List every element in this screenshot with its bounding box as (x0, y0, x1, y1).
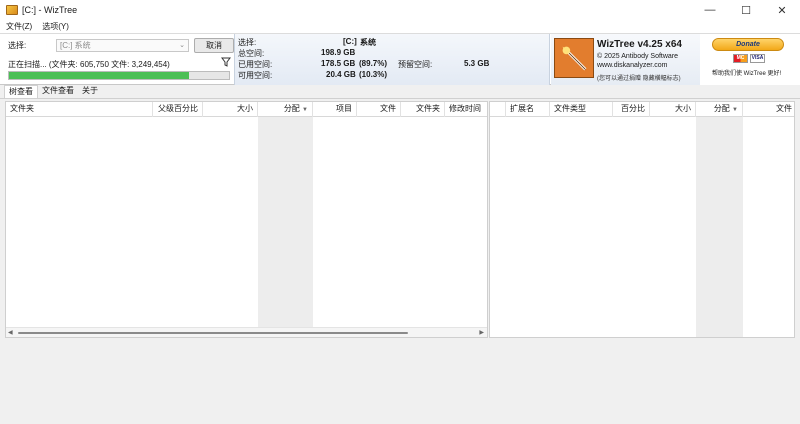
view-tabs: 树查看 文件查看 关于 (0, 85, 800, 99)
mastercard-icon: MC (733, 54, 748, 63)
stats-drive-name: 系统 (360, 38, 376, 47)
menu-bar: 文件(Z) 选项(Y) (0, 20, 800, 33)
col-type-allocated-label: 分配 (713, 104, 730, 113)
filter-icon[interactable] (221, 57, 231, 67)
col-type-allocated[interactable]: 分配 ▼ (696, 102, 743, 117)
col-size[interactable]: 大小 (203, 102, 258, 117)
top-panel: 选择: [C:] 系统 ⌄ 取消 正在扫描... (文件夹: 605,750 文… (0, 33, 800, 85)
scan-box: 选择: [C:] 系统 ⌄ 取消 正在扫描... (文件夹: 605,750 文… (4, 36, 234, 84)
wiztree-app-icon (6, 5, 18, 15)
drive-select-value: [C:] 系统 (60, 41, 91, 50)
scroll-right-icon[interactable]: ▶ (479, 329, 484, 336)
file-type-header: 扩展名 文件类型 百分比 大小 分配 ▼ 文件 (490, 102, 794, 117)
file-type-pane[interactable]: 扩展名 文件类型 百分比 大小 分配 ▼ 文件 (489, 101, 795, 338)
col-folder[interactable]: 文件夹 (6, 102, 153, 117)
col-extension[interactable]: 扩展名 (506, 102, 550, 117)
horizontal-scrollbar[interactable]: ◀ ▶ (6, 327, 487, 337)
col-allocated-label: 分配 (283, 104, 300, 113)
payment-cards: MC VISA (733, 54, 765, 63)
col-file-type[interactable]: 文件类型 (550, 102, 613, 117)
free-space-percent: (10.3%) (359, 70, 388, 79)
col-files[interactable]: 文件 (357, 102, 401, 117)
reserved-space-value: 5.3 GB (464, 59, 490, 68)
col-percent[interactable]: 百分比 (613, 102, 650, 117)
donate-note: 帮助我们使 WizTree 更好! (712, 71, 782, 77)
donate-box: Donate MC VISA 帮助我们使 WizTree 更好! (700, 34, 800, 85)
drive-stats: 选择: [C:] 系统 总空间: 198.9 GB 已用空间: 178.5 GB… (234, 34, 550, 85)
used-space-label: 已用空间: (238, 60, 273, 69)
tab-about[interactable]: 关于 (78, 85, 102, 98)
app-info: WizTree v4.25 x64 © 2025 Antibody Softwa… (551, 34, 700, 85)
scan-progress-bar (8, 71, 230, 80)
cancel-button[interactable]: 取消 (194, 38, 234, 53)
select-label: 选择: (8, 41, 27, 50)
chevron-down-icon: ⌄ (179, 42, 185, 49)
used-space-value: 178.5 GB (321, 59, 356, 68)
wiztree-wand-logo (554, 38, 594, 78)
sort-desc-icon: ▼ (732, 107, 738, 113)
stats-drive: [C:] (343, 37, 357, 46)
sort-desc-icon: ▼ (302, 107, 308, 113)
col-type-files[interactable]: 文件 (743, 102, 794, 117)
treemap-area[interactable] (0, 338, 800, 424)
col-color-swatch (490, 102, 506, 117)
free-space-label: 可用空间: (238, 71, 273, 80)
scroll-left-icon[interactable]: ◀ (8, 329, 13, 336)
window-title: [C:] - WizTree (22, 5, 78, 15)
title-bar: [C:] - WizTree — ☐ ✕ (0, 0, 800, 20)
visa-icon: VISA (750, 54, 765, 63)
col-allocated[interactable]: 分配 ▼ (258, 102, 313, 117)
donate-button[interactable]: Donate (712, 38, 784, 51)
col-type-size[interactable]: 大小 (650, 102, 696, 117)
col-modified[interactable]: 修改时间 (445, 102, 487, 117)
menu-options[interactable]: 选项(Y) (42, 21, 69, 32)
close-button[interactable]: ✕ (764, 0, 800, 20)
banner-note: (您可以通过捐赠 隐藏横幅标志) (597, 76, 681, 82)
menu-file[interactable]: 文件(Z) (6, 21, 32, 32)
total-space-value: 198.9 GB (321, 48, 356, 57)
free-space-value: 20.4 GB (326, 70, 356, 79)
col-items[interactable]: 项目 (313, 102, 357, 117)
scrollbar-thumb[interactable] (18, 332, 408, 334)
scan-progress-fill (9, 72, 190, 79)
scan-status: 正在扫描... (文件夹: 605,750 文件: 3,249,454) (8, 60, 170, 69)
reserved-space-label: 预留空间: (398, 60, 433, 69)
folder-tree-header: 文件夹 父级百分比 大小 分配 ▼ 项目 文件 文件夹 修改时间 (6, 102, 487, 117)
col-parent-percent[interactable]: 父级百分比 (153, 102, 203, 117)
stats-select-label: 选择: (238, 38, 257, 47)
type-allocated-column-shade (696, 117, 743, 337)
app-website-link[interactable]: www.diskanalyzer.com (597, 62, 667, 69)
drive-select[interactable]: [C:] 系统 ⌄ (56, 39, 189, 52)
total-space-label: 总空间: (238, 49, 265, 58)
tab-file-view[interactable]: 文件查看 (38, 85, 78, 98)
col-folders[interactable]: 文件夹 (401, 102, 445, 117)
used-space-percent: (89.7%) (359, 59, 388, 68)
minimize-button[interactable]: — (692, 0, 728, 20)
app-version: WizTree v4.25 x64 (597, 39, 682, 50)
tab-tree-view[interactable]: 树查看 (4, 85, 38, 98)
allocated-column-shade (258, 117, 313, 337)
maximize-button[interactable]: ☐ (728, 0, 764, 20)
folder-tree-pane[interactable]: 文件夹 父级百分比 大小 分配 ▼ 项目 文件 文件夹 修改时间 ◀ ▶ (5, 101, 488, 338)
app-copyright: © 2025 Antibody Software (597, 53, 679, 60)
